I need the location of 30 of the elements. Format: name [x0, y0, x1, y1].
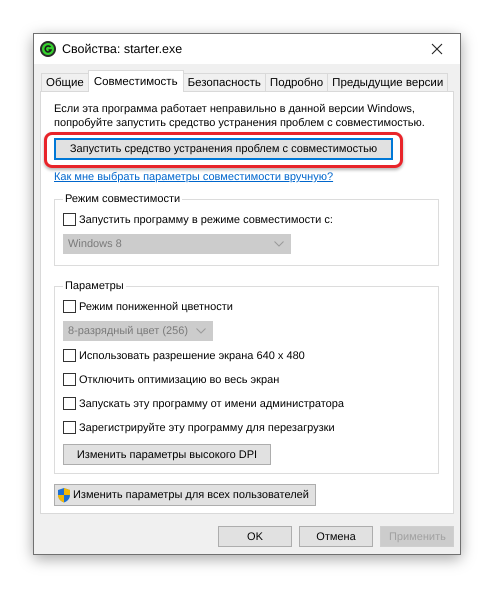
- checkbox[interactable]: [63, 213, 76, 226]
- checkbox-label[interactable]: Режим пониженной цветности: [79, 300, 233, 312]
- dialog-button[interactable]: OK: [218, 526, 292, 547]
- checkbox[interactable]: [63, 300, 76, 313]
- checkbox[interactable]: [63, 373, 76, 386]
- manual-settings-link[interactable]: Как мне выбрать параметры совместимости вручную?: [54, 171, 334, 183]
- close-icon[interactable]: [431, 43, 443, 55]
- tab[interactable]: Предыдущие версии: [327, 73, 448, 92]
- shield-icon: [57, 487, 71, 503]
- tab[interactable]: Общие: [41, 73, 89, 92]
- checkbox[interactable]: [63, 421, 76, 434]
- group-title: Параметры: [64, 280, 125, 292]
- window-title: Свойства: starter.exe: [62, 42, 184, 56]
- checkbox-label[interactable]: Использовать разрешение экрана 640 x 480: [79, 350, 305, 362]
- dialog-button[interactable]: Отмена: [299, 526, 373, 547]
- checkbox-label[interactable]: Запустить программу в режиме совместимости с:: [79, 214, 333, 226]
- app-icon: [40, 41, 56, 57]
- checkbox-label[interactable]: Зарегистрируйте эту программу для перезагрузки: [79, 422, 335, 434]
- checkbox-label[interactable]: Отключить оптимизацию во весь экран: [79, 374, 280, 386]
- checkbox[interactable]: [63, 397, 76, 410]
- dpi-settings-button[interactable]: Изменить параметры высокого DPI: [63, 444, 271, 465]
- tab[interactable]: Совместимость: [88, 70, 184, 92]
- checkbox-label[interactable]: Запускать эту программу от имени администратора: [79, 398, 344, 410]
- chevron-down-icon: [274, 241, 284, 247]
- chevron-down-icon: [196, 328, 206, 334]
- all-users-button[interactable]: Изменить параметры для всех пользователей: [54, 484, 316, 506]
- checkbox[interactable]: [63, 349, 76, 362]
- intro-text: Если эта программа работает неправильно в данной версии Windows, попробуйте запустить средство устранения проблем с совместимостью.: [54, 102, 426, 130]
- troubleshoot-button[interactable]: Запустить средство устранения проблем с совместимостью: [54, 138, 393, 160]
- group-title: Режим совместимости: [64, 193, 182, 205]
